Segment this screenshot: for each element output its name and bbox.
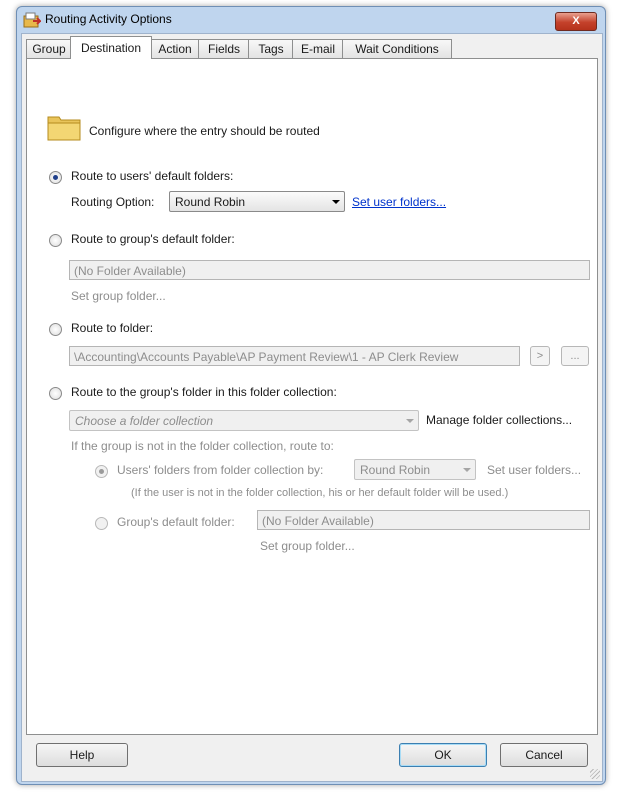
label-users-by-collection: Users' folders from folder collection by… — [117, 463, 324, 477]
dialog-client-area: Group Destination Action Fields Tags E-m… — [21, 33, 603, 782]
folder-collection-dropdown: Choose a folder collection — [69, 410, 419, 431]
set-group-folder-link: Set group folder... — [71, 289, 166, 303]
radio-group-default[interactable] — [49, 234, 62, 247]
set-user-folders-link[interactable]: Set user folders... — [352, 195, 446, 209]
collection-note: (If the user is not in the folder collec… — [131, 487, 509, 499]
tab-wait-conditions[interactable]: Wait Conditions — [342, 39, 452, 58]
intro-text: Configure where the entry should be rout… — [89, 124, 320, 138]
chevron-down-icon — [463, 468, 471, 472]
radio-users-default[interactable] — [49, 171, 62, 184]
folder-collection-placeholder: Choose a folder collection — [75, 414, 214, 428]
routing-option-dropdown[interactable]: Round Robin — [169, 191, 345, 212]
collection-group-folder-field: (No Folder Available) — [257, 510, 590, 530]
folder-path-field: \Accounting\Accounts Payable\AP Payment … — [69, 346, 520, 366]
title-bar[interactable]: Routing Activity Options X — [17, 7, 605, 33]
fallback-text: If the group is not in the folder collec… — [71, 439, 334, 453]
folder-icon — [47, 116, 81, 141]
browse-folder-button: ... — [561, 346, 589, 366]
tab-action[interactable]: Action — [150, 39, 200, 58]
collection-routing-dropdown: Round Robin — [354, 459, 476, 480]
help-button[interactable]: Help — [36, 743, 128, 767]
cancel-button[interactable]: Cancel — [500, 743, 588, 767]
label-route-folder: Route to folder: — [71, 321, 154, 335]
tab-fields[interactable]: Fields — [198, 39, 250, 58]
ok-button[interactable]: OK — [399, 743, 487, 767]
destination-panel: Configure where the entry should be rout… — [26, 58, 598, 735]
routing-option-value: Round Robin — [175, 195, 246, 209]
collection-routing-value: Round Robin — [360, 463, 431, 477]
radio-folder-collection[interactable] — [49, 387, 62, 400]
tab-tags[interactable]: Tags — [248, 39, 294, 58]
radio-users-by-collection — [95, 465, 108, 478]
close-button[interactable]: X — [555, 12, 597, 31]
routing-app-icon — [23, 12, 41, 28]
tab-email[interactable]: E-mail — [292, 39, 344, 58]
chevron-down-icon — [406, 419, 414, 423]
label-group-default: Route to group's default folder: — [71, 232, 235, 246]
window-title: Routing Activity Options — [45, 12, 172, 26]
label-routing-option: Routing Option: — [71, 195, 155, 209]
dialog-window: Routing Activity Options X Group Destina… — [16, 6, 606, 785]
chevron-down-icon — [332, 200, 340, 204]
group-folder-field: (No Folder Available) — [69, 260, 590, 280]
collection-set-group-folder-link: Set group folder... — [260, 539, 355, 553]
label-folder-collection: Route to the group's folder in this fold… — [71, 385, 337, 399]
label-users-default: Route to users' default folders: — [71, 169, 234, 183]
radio-group-default-collection — [95, 517, 108, 530]
close-icon: X — [572, 15, 580, 27]
manage-folder-collections-link: Manage folder collections... — [426, 413, 573, 427]
tab-destination[interactable]: Destination — [70, 36, 152, 59]
next-folder-button: > — [530, 346, 550, 366]
tab-group[interactable]: Group — [26, 39, 72, 58]
resize-grip-icon[interactable] — [590, 769, 600, 779]
label-group-default-collection: Group's default folder: — [117, 515, 235, 529]
collection-set-user-folders-link: Set user folders... — [487, 463, 582, 477]
radio-route-folder[interactable] — [49, 323, 62, 336]
